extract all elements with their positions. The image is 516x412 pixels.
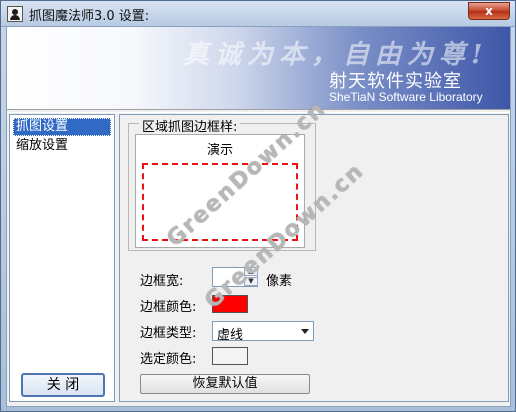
window-title: 抓图魔法师3.0 设置: (29, 9, 150, 24)
border-width-label: 边框宽: (140, 274, 184, 289)
border-type-label: 边框类型: (140, 326, 197, 341)
chevron-down-icon (301, 329, 309, 334)
close-button[interactable]: 关 闭 (21, 373, 105, 397)
border-type-select[interactable]: 虚线 (212, 321, 314, 343)
lab-name-en: SheTiaN Software Liboratory (329, 90, 483, 104)
window-close-button[interactable]: x (468, 2, 510, 20)
border-type-value: 虚线 (217, 328, 244, 343)
settings-category-list[interactable]: 抓图设置 缩放设置 (9, 114, 115, 402)
divider (7, 109, 510, 113)
banner: 真诚为本，自由为尊! 射天软件实验室 SheTiaN Software Libo… (7, 27, 510, 109)
restore-defaults-button[interactable]: 恢复默认值 (140, 374, 310, 394)
sidebar-item-capture-settings[interactable]: 抓图设置 (13, 118, 111, 136)
user-icon (7, 6, 23, 22)
selected-color-label: 选定颜色: (140, 352, 197, 367)
border-width-unit: 像素 (266, 274, 293, 289)
client-area: 真诚为本，自由为尊! 射天软件实验室 SheTiaN Software Libo… (6, 26, 511, 407)
sidebar-item-zoom-settings[interactable]: 缩放设置 (13, 137, 111, 155)
settings-window: 抓图魔法师3.0 设置: x 真诚为本，自由为尊! 射天软件实验室 SheTia… (0, 0, 516, 412)
border-color-label: 边框颜色: (140, 300, 197, 315)
banner-motto: 真诚为本，自由为尊! (183, 40, 489, 70)
group-title: 区域抓图边框样: (139, 116, 241, 135)
title-bar[interactable]: 抓图魔法师3.0 设置: x (1, 1, 515, 27)
settings-panel: 区域抓图边框样: 演示 边框宽: ▲ ▼ 像素 边框颜色: 边框类型: 虚线 选… (119, 114, 509, 402)
selected-color-swatch[interactable] (212, 347, 248, 365)
